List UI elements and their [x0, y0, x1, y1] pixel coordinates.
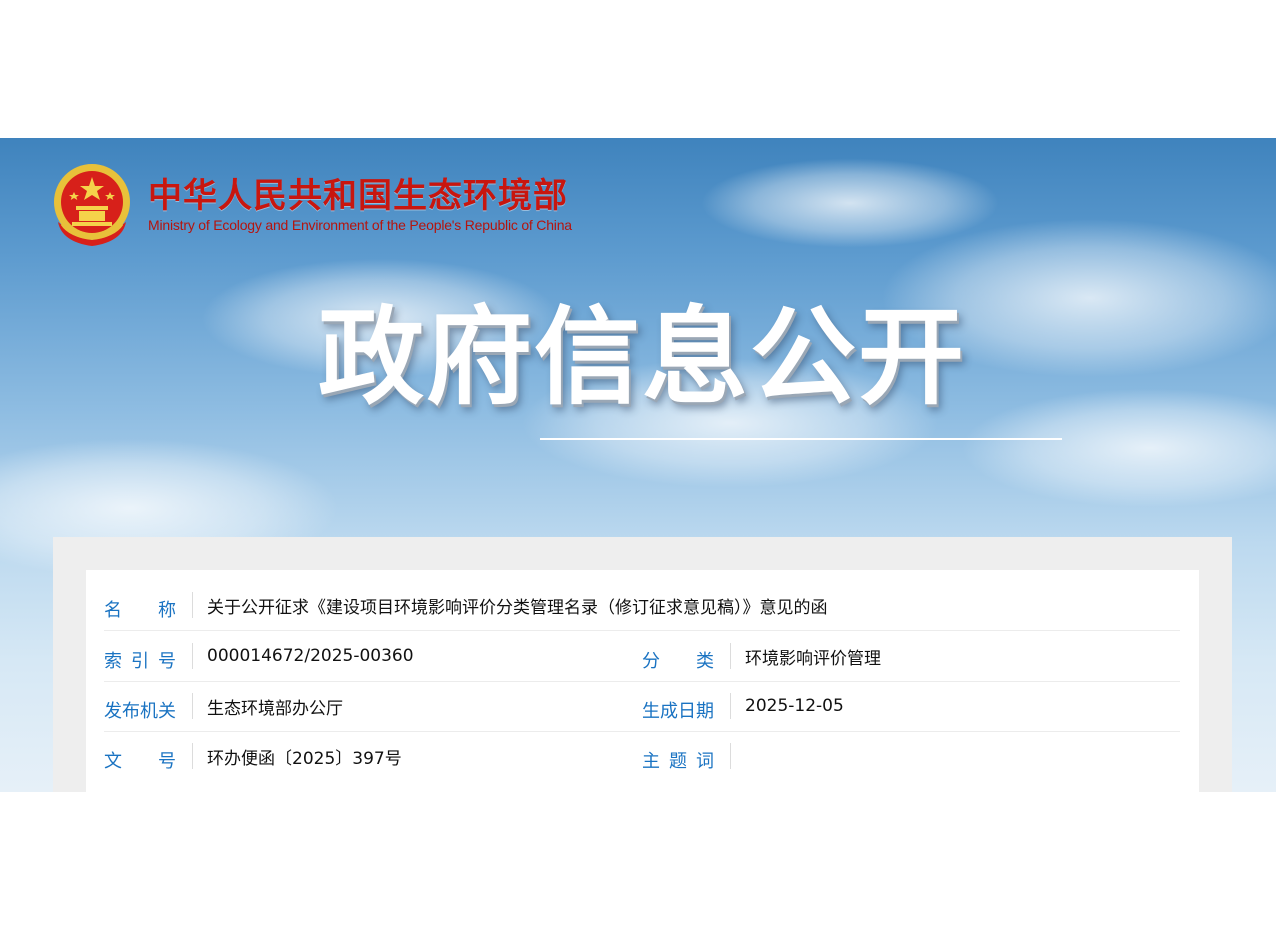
docno-label: 文号: [104, 751, 176, 772]
national-emblem-icon: [54, 164, 130, 246]
index-label: 索引号: [104, 651, 176, 672]
divider: [730, 643, 731, 669]
banner: 中华人民共和国生态环境部 Ministry of Ecology and Env…: [0, 138, 1276, 792]
date-value: 2025-12-05: [745, 696, 844, 716]
index-value: 000014672/2025-00360: [207, 646, 414, 666]
info-row-name: 名称 关于公开征求《建设项目环境影响评价分类管理名录（修订征求意见稿）》意见的函: [104, 580, 1180, 631]
info-panel: 名称 关于公开征求《建设项目环境影响评价分类管理名录（修订征求意见稿）》意见的函…: [53, 537, 1232, 792]
issuer-label: 发布机关: [104, 701, 176, 722]
docno-value: 环办便函〔2025〕397号: [207, 748, 402, 769]
divider: [192, 643, 193, 669]
category-value: 环境影响评价管理: [745, 648, 881, 669]
divider: [730, 693, 731, 719]
issuer-value: 生态环境部办公厅: [207, 698, 343, 719]
page: 中华人民共和国生态环境部 Ministry of Ecology and Env…: [0, 0, 1276, 930]
info-row-issuer: 发布机关 生态环境部办公厅 生成日期 2025-12-05: [104, 681, 1180, 732]
info-row-index: 索引号 000014672/2025-00360 分类 环境影响评价管理: [104, 631, 1180, 682]
banner-divider: [540, 438, 1062, 440]
name-label: 名称: [104, 600, 176, 621]
divider: [192, 743, 193, 769]
cloud: [960, 388, 1276, 508]
org-name-en: Ministry of Ecology and Environment of t…: [148, 217, 572, 233]
date-label: 生成日期: [642, 701, 714, 722]
site-logo[interactable]: 中华人民共和国生态环境部 Ministry of Ecology and Env…: [52, 162, 572, 248]
cloud: [700, 158, 1000, 248]
name-value: 关于公开征求《建设项目环境影响评价分类管理名录（修订征求意见稿）》意见的函: [207, 597, 828, 618]
divider: [192, 592, 193, 618]
divider: [192, 693, 193, 719]
divider: [730, 743, 731, 769]
info-card: 名称 关于公开征求《建设项目环境影响评价分类管理名录（修订征求意见稿）》意见的函…: [86, 570, 1199, 792]
category-label: 分类: [642, 651, 714, 672]
org-name-cn: 中华人民共和国生态环境部: [148, 176, 568, 216]
info-row-docno: 文号 环办便函〔2025〕397号 主题词: [104, 731, 1180, 781]
banner-title: 政府信息公开: [318, 296, 966, 419]
keywords-label: 主题词: [642, 751, 714, 772]
